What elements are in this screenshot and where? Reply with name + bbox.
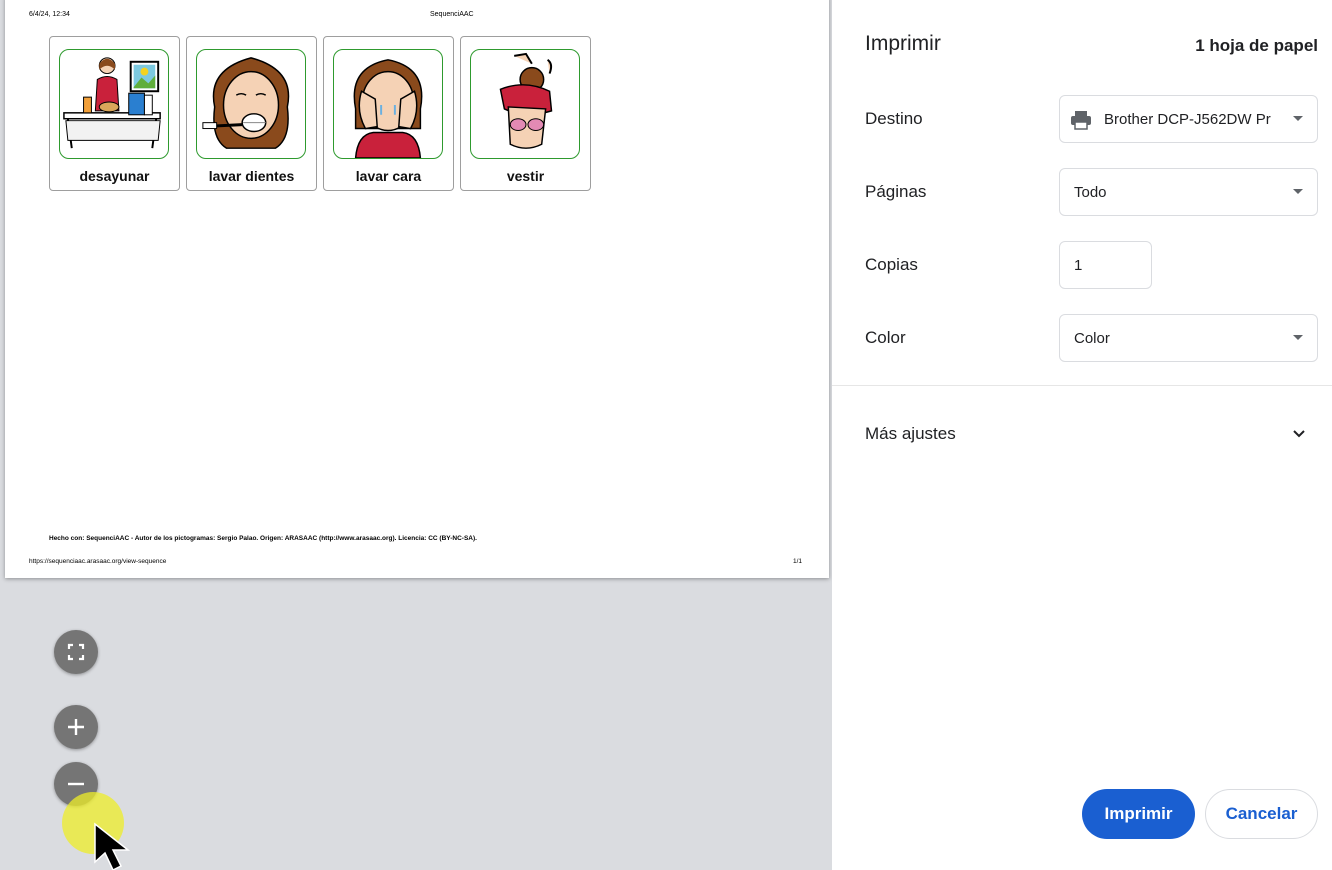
print-preview-area: 6/4/24, 12:34 SequenciAAC desayunar lava… bbox=[0, 0, 832, 870]
dropdown-arrow-icon bbox=[1293, 335, 1303, 340]
card-label: lavar dientes bbox=[208, 168, 295, 184]
brush-teeth-pictogram bbox=[196, 49, 306, 159]
fit-to-page-button[interactable] bbox=[54, 630, 98, 674]
pictogram-card: desayunar bbox=[49, 36, 180, 191]
destination-label: Destino bbox=[865, 109, 923, 128]
zoom-in-button[interactable] bbox=[54, 705, 98, 749]
preview-page: 6/4/24, 12:34 SequenciAAC desayunar lava… bbox=[5, 0, 829, 578]
page-number: 1/1 bbox=[793, 558, 803, 565]
copies-input[interactable]: 1 bbox=[1059, 241, 1152, 289]
color-label: Color bbox=[865, 328, 906, 347]
print-button[interactable]: Imprimir bbox=[1082, 789, 1195, 839]
sheet-count: 1 hoja de papel bbox=[1195, 36, 1318, 55]
fullscreen-icon bbox=[67, 643, 85, 661]
plus-icon bbox=[68, 719, 84, 735]
destination-value: Brother DCP-J562DW Pr bbox=[1104, 110, 1271, 128]
mouse-cursor-icon bbox=[94, 822, 131, 870]
pictogram-card: lavar cara bbox=[323, 36, 454, 191]
divider bbox=[832, 385, 1332, 386]
pages-select[interactable]: Todo bbox=[1059, 168, 1318, 216]
pictogram-card: lavar dientes bbox=[186, 36, 317, 191]
pages-value: Todo bbox=[1074, 183, 1107, 201]
color-value: Color bbox=[1074, 329, 1110, 347]
cancel-button[interactable]: Cancelar bbox=[1205, 789, 1318, 839]
footer-url: https://sequenciaac.arasaac.org/view-seq… bbox=[29, 558, 167, 565]
color-select[interactable]: Color bbox=[1059, 314, 1318, 362]
pictogram-sequence: desayunar lavar dientes lavar cara vesti… bbox=[49, 36, 591, 191]
dropdown-arrow-icon bbox=[1293, 189, 1303, 194]
chevron-down-icon[interactable] bbox=[1292, 427, 1306, 441]
copies-label: Copias bbox=[865, 255, 918, 274]
dropdown-arrow-icon bbox=[1293, 116, 1303, 121]
wash-face-pictogram bbox=[333, 49, 443, 159]
pages-label: Páginas bbox=[865, 182, 927, 201]
pictogram-card: vestir bbox=[460, 36, 591, 191]
destination-select[interactable]: Brother DCP-J562DW Pr bbox=[1059, 95, 1318, 143]
printer-icon bbox=[1071, 111, 1091, 130]
print-settings-panel: Imprimir 1 hoja de papel Destino Brother… bbox=[832, 0, 1332, 870]
page-header-title: SequenciAAC bbox=[430, 11, 474, 18]
credits-text: Hecho con: SequenciAAC - Autor de los pi… bbox=[49, 535, 477, 542]
more-settings-toggle[interactable]: Más ajustes bbox=[865, 424, 956, 444]
card-label: vestir bbox=[506, 168, 545, 184]
panel-title: Imprimir bbox=[865, 32, 941, 55]
page-header-date: 6/4/24, 12:34 bbox=[29, 11, 70, 18]
copies-value: 1 bbox=[1074, 256, 1083, 274]
card-label: desayunar bbox=[79, 168, 150, 184]
card-label: lavar cara bbox=[355, 168, 422, 184]
minus-icon bbox=[68, 782, 84, 786]
breakfast-pictogram bbox=[59, 49, 169, 159]
dress-pictogram bbox=[470, 49, 580, 159]
